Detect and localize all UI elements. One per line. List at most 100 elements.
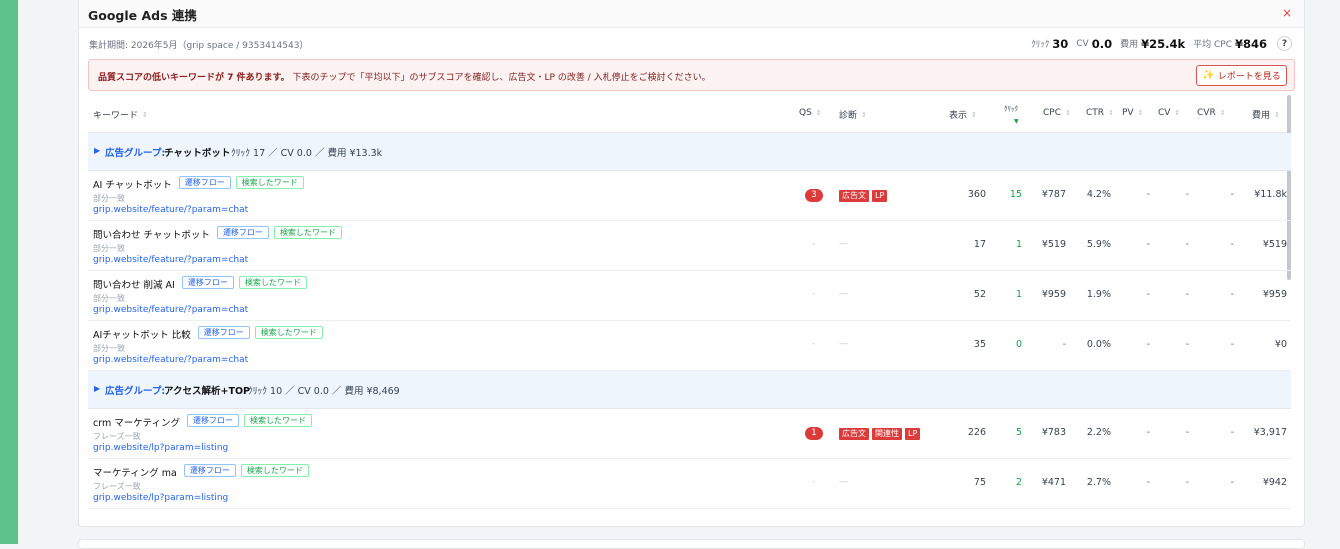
column-header-9[interactable]: CVR ⇕ [1197,108,1226,118]
landing-url-link[interactable]: grip.website/feature/?param=chat [93,355,248,365]
summary-click-value: 30 [1052,36,1069,51]
ad-group-name: アクセス解析+TOP [164,386,251,397]
landing-url-link[interactable]: grip.website/lp?param=listing [93,443,228,453]
cell-cv: - [1185,477,1189,488]
diagnosis-empty: — [839,477,848,487]
cell-cv: - [1185,427,1189,438]
column-header-3[interactable]: 表示 ⇕ [949,108,977,122]
table-row: 問い合わせ チャットボット 遷移フロー 検索したワード 部分一致 grip.websit… [88,221,1291,271]
transition-flow-chip[interactable]: 遷移フロー [183,464,236,477]
summary-cost-label: 費用 [1120,40,1139,50]
column-header-2[interactable]: 診断 ⇕ [839,108,867,122]
transition-flow-chip[interactable]: 遷移フロー [216,226,269,239]
transition-flow-chip[interactable]: 遷移フロー [181,276,234,289]
expand-triangle-icon[interactable]: ▶ [94,146,100,155]
diagnosis-tag: 広告文 [839,428,869,440]
column-header-label: PV [1122,108,1134,118]
cell-ctr: 2.7% [1086,477,1111,488]
column-header-5[interactable]: CPC ⇕ [1043,108,1071,118]
column-header-8[interactable]: CV ⇕ [1158,108,1180,118]
table-row: AIチャットボット 比較 遷移フロー 検索したワード 部分一致 grip.website… [88,321,1291,371]
keyword-text: マーケティング ma [93,468,177,479]
sort-icon: ⇕ [971,110,977,119]
cell-clicks: 15 [1009,189,1022,200]
expand-triangle-icon[interactable]: ▶ [94,384,100,393]
sort-icon: ⇕ [1174,109,1180,117]
landing-url-link[interactable]: grip.website/lp?param=listing [93,493,228,503]
match-type: フレーズ一致 [93,482,141,491]
transition-flow-chip[interactable]: 遷移フロー [197,326,250,339]
cell-ctr: 1.9% [1086,289,1111,300]
keyword-text: 問い合わせ 削減 AI [93,280,175,291]
cell-cost: ¥519 [1262,239,1287,250]
cell-cvr: - [1230,189,1234,200]
view-report-button[interactable]: ✨ レポートを見る [1196,65,1287,86]
searched-words-chip[interactable]: 検索したワード [240,464,309,477]
cell-cvr: - [1230,477,1234,488]
column-header-label: CTR [1086,108,1105,118]
ad-group-stats: ｸﾘｯｸ 10 ／ CV 0.0 ／ 費用 ¥8,469 [248,386,400,397]
period-text: 集計期間: 2026年5月（grip space / 9353414543） [89,41,309,51]
sparkle-icon: ✨ [1202,70,1215,81]
column-header-label: 費用 [1252,111,1271,121]
column-header-label: CPC [1043,108,1061,118]
sort-desc-icon: ▼ [1014,118,1019,125]
cell-pv: - [1146,339,1150,350]
cell-cvr: - [1230,427,1234,438]
cell-cpc: ¥471 [1041,477,1066,488]
column-header-0[interactable]: キーワード ⇕ [93,108,148,122]
landing-url-link[interactable]: grip.website/feature/?param=chat [93,205,248,215]
cell-impressions: 17 [973,239,986,250]
cell-ctr: 4.2% [1086,189,1111,200]
searched-words-chip[interactable]: 検索したワード [254,326,323,339]
summary-cpc-label: 平均 CPC [1193,40,1232,50]
panel-title: Google Ads 連携 [88,8,197,23]
alert-bold-text: 品質スコアの低いキーワードが 7 件あります。 [98,73,290,83]
column-header-label: キーワード [93,111,139,121]
next-panel [78,539,1305,549]
column-header-label: CVR [1197,108,1216,118]
left-accent-bar [0,0,18,544]
table-header: キーワード ⇕ QS ⇕ 診断 ⇕ 表示 ⇕ ｸﾘｯｸ ▼ CPC ⇕ CTR ⇕ PV ⇕ CV ⇕ CVR ⇕ 費用… [88,95,1291,133]
cell-clicks: 1 [1015,239,1022,250]
panel-header: Google Ads 連携 × [79,0,1304,28]
help-icon[interactable]: ? [1277,36,1292,51]
ad-group-row[interactable]: ▶ 広告グループ: アクセス解析+TOP ｸﾘｯｸ 10 ／ CV 0.0 ／ 費用 … [88,371,1291,409]
column-header-7[interactable]: PV ⇕ [1122,108,1144,118]
alert-body-text: 下表のチップで「平均以下」のサブスコアを確認し、広告文・LP の改善 / 入札停… [292,73,711,83]
view-report-label: レポートを見る [1217,72,1281,82]
cell-clicks: 5 [1015,427,1022,438]
match-type: 部分一致 [93,344,125,353]
searched-words-chip[interactable]: 検索したワード [235,176,304,189]
cell-cost: ¥959 [1262,289,1287,300]
column-header-4[interactable]: ｸﾘｯｸ ▼ [1004,104,1019,125]
searched-words-chip[interactable]: 検索したワード [238,276,307,289]
quality-score-badge: 3 [805,189,823,202]
landing-url-link[interactable]: grip.website/feature/?param=chat [93,305,248,315]
keyword-table: キーワード ⇕ QS ⇕ 診断 ⇕ 表示 ⇕ ｸﾘｯｸ ▼ CPC ⇕ CTR ⇕ PV ⇕ CV ⇕ CVR ⇕ 費用… [88,95,1291,526]
sort-icon: ⇕ [861,110,867,119]
column-header-10[interactable]: 費用 ⇕ [1252,108,1280,122]
transition-flow-chip[interactable]: 遷移フロー [178,176,231,189]
cell-impressions: 35 [973,339,986,350]
cell-cost: ¥0 [1274,339,1287,350]
ad-group-row[interactable]: ▶ 広告グループ: チャットボット ｸﾘｯｸ 17 ／ CV 0.0 ／ 費用 ¥13… [88,133,1291,171]
match-type: 部分一致 [93,194,125,203]
column-header-1[interactable]: QS ⇕ [799,108,822,118]
column-header-label: CV [1158,108,1171,118]
cell-cv: - [1185,239,1189,250]
searched-words-chip[interactable]: 検索したワード [273,226,342,239]
sort-icon: ⇕ [1137,109,1144,117]
searched-words-chip[interactable]: 検索したワード [243,414,312,427]
cell-cpc: ¥519 [1041,239,1066,250]
column-header-label: QS [799,108,812,118]
column-header-6[interactable]: CTR ⇕ [1086,108,1114,118]
cell-impressions: 226 [967,427,986,438]
cell-clicks: 2 [1015,477,1022,488]
match-type: 部分一致 [93,294,125,303]
cell-pv: - [1146,477,1150,488]
landing-url-link[interactable]: grip.website/feature/?param=chat [93,255,248,265]
close-icon[interactable]: × [1282,6,1292,20]
transition-flow-chip[interactable]: 遷移フロー [186,414,239,427]
cell-cvr: - [1230,289,1234,300]
